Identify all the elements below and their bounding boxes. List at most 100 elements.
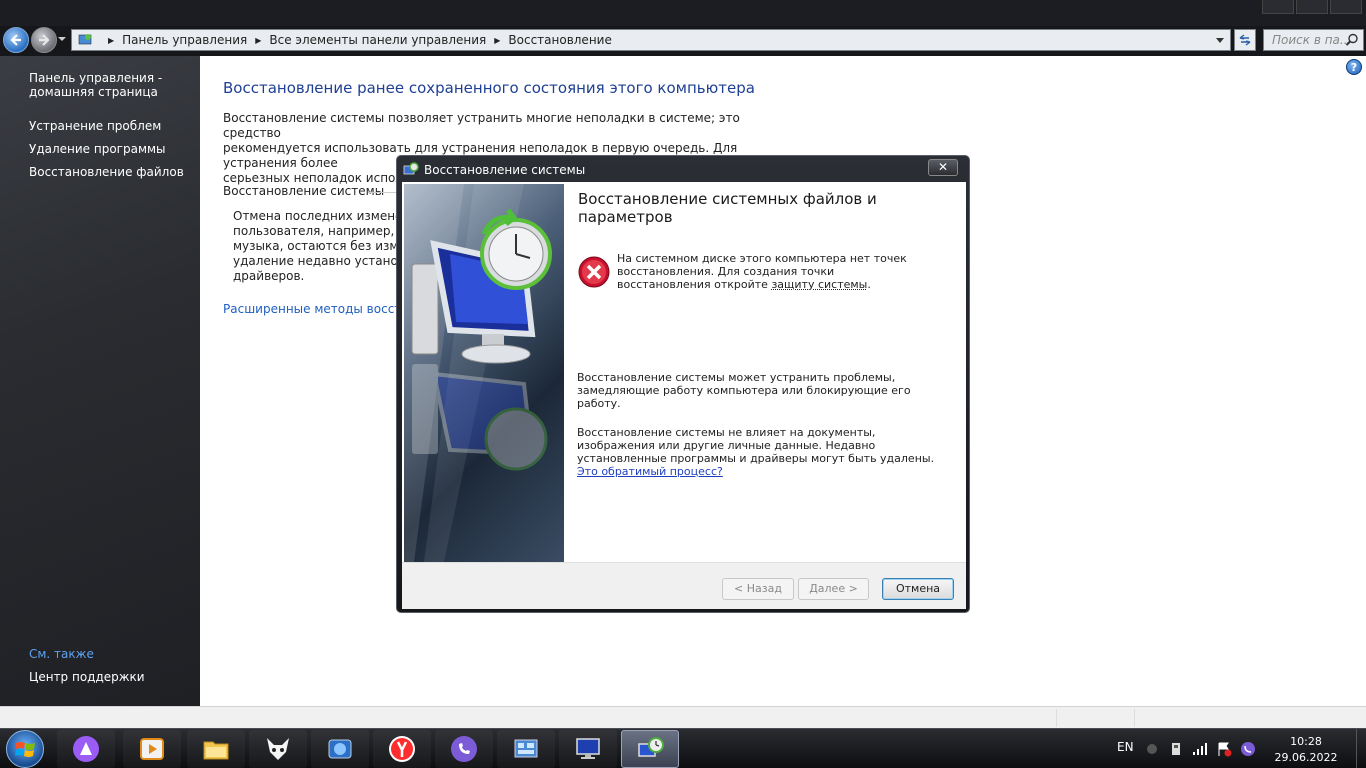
sidebar-home-link[interactable]: Панель управления - домашняя страница — [29, 71, 162, 99]
usb-device-icon[interactable] — [1168, 741, 1184, 757]
minimize-button[interactable] — [1262, 0, 1294, 14]
breadcrumb-all-items[interactable]: Все элементы панели управления — [269, 33, 486, 47]
wizard-banner — [404, 184, 564, 562]
windows-logo-icon — [15, 742, 35, 757]
search-placeholder: Поиск в па... — [1272, 33, 1352, 47]
cancel-button[interactable]: Отмена — [882, 578, 954, 600]
search-icon[interactable] — [1345, 33, 1359, 47]
clock-date: 29.06.2022 — [1274, 751, 1338, 764]
address-bar[interactable]: ▶ Панель управления ▶ Все элементы панел… — [71, 29, 1231, 51]
error-text-end: . — [867, 278, 871, 291]
system-tray — [1144, 741, 1256, 757]
search-input[interactable]: Поиск в па... — [1263, 29, 1364, 51]
left-sidebar: Панель управления - домашняя страница Ус… — [0, 56, 200, 706]
taskbar-alice[interactable] — [57, 730, 115, 768]
taskbar-yandex-browser[interactable] — [373, 730, 431, 768]
control-panel-icon — [514, 739, 538, 758]
info-paragraph-2: Восстановление системы не влияет на доку… — [577, 426, 937, 478]
section-description: Отмена последних изменений пользователя,… — [233, 209, 403, 284]
breadcrumb-control-panel[interactable]: Панель управления — [122, 33, 247, 47]
taskbar-foxy-app[interactable] — [249, 730, 307, 768]
system-restore-icon — [403, 162, 419, 175]
status-divider — [1134, 709, 1135, 727]
sidebar-item-support-center[interactable]: Центр поддержки — [29, 670, 145, 684]
action-center-flag-icon[interactable] — [1216, 741, 1232, 757]
recent-pages-dropdown[interactable] — [58, 37, 66, 41]
breadcrumb-separator-icon: ▶ — [108, 35, 115, 45]
error-message: На системном диске этого компьютера нет … — [617, 252, 917, 291]
next-wizard-button[interactable]: Далее > — [798, 578, 869, 600]
system-protection-link[interactable]: защиту системы — [771, 278, 867, 291]
photo-viewer-icon — [328, 739, 352, 759]
forward-button[interactable] — [31, 27, 57, 53]
clock-time: 10:28 — [1290, 735, 1322, 748]
computer-clock-illustration — [404, 184, 552, 562]
section-line: драйверов. — [233, 269, 305, 283]
taskbar-system-restore[interactable] — [621, 730, 679, 768]
status-divider — [1056, 709, 1057, 727]
info-text: Восстановление системы не влияет на доку… — [577, 426, 935, 465]
media-player-icon — [140, 738, 164, 760]
computer-icon — [576, 738, 600, 759]
network-signal-icon[interactable] — [1192, 741, 1208, 757]
section-line: удаление недавно установлен — [233, 254, 403, 268]
dialog-close-button[interactable]: ✕ — [928, 159, 958, 176]
breadcrumb-separator-icon: ▶ — [255, 35, 262, 45]
taskbar-explorer[interactable] — [187, 730, 245, 768]
back-wizard-button[interactable]: < Назад — [722, 578, 794, 600]
sidebar-item-restore-files[interactable]: Восстановление файлов — [29, 165, 184, 179]
navigation-bar: ▶ Панель управления ▶ Все элементы панел… — [0, 26, 1366, 56]
dialog-title: Восстановление системы — [424, 163, 586, 177]
clock[interactable]: 10:28 29.06.2022 — [1270, 734, 1342, 766]
taskbar-computer[interactable] — [559, 730, 617, 768]
arrow-right-icon — [39, 34, 50, 46]
taskbar-control-panel[interactable] — [497, 730, 555, 768]
intro-line: Восстановление системы позволяет устрани… — [223, 111, 740, 140]
refresh-button[interactable] — [1234, 29, 1256, 51]
sidebar-item-uninstall[interactable]: Удаление программы — [29, 142, 166, 156]
sidebar-item-troubleshooting[interactable]: Устранение проблем — [29, 119, 161, 133]
alice-icon — [73, 736, 99, 762]
info-paragraph-1: Восстановление системы может устранить п… — [577, 371, 911, 410]
reversible-process-link[interactable]: Это обратимый процесс? — [577, 465, 723, 478]
section-line: музыка, остаются без измене — [233, 239, 403, 253]
language-indicator[interactable]: EN — [1117, 740, 1134, 754]
taskbar-photo-app[interactable] — [311, 730, 369, 768]
breadcrumb-separator-icon: ▶ — [494, 35, 501, 45]
sidebar-home-line1: Панель управления - — [29, 71, 163, 85]
back-button[interactable] — [3, 27, 29, 53]
see-also-label: См. также — [29, 647, 94, 661]
page-title: Восстановление ранее сохраненного состоя… — [223, 79, 755, 97]
folder-icon — [203, 741, 229, 760]
window-controls — [1262, 0, 1362, 14]
taskbar-media-player[interactable] — [123, 730, 181, 768]
refresh-icon — [1239, 34, 1251, 46]
help-icon[interactable]: ? — [1346, 59, 1362, 75]
hidden-icons-icon[interactable] — [1144, 741, 1160, 757]
viber-tray-icon[interactable] — [1240, 741, 1256, 757]
address-dropdown-icon[interactable] — [1216, 38, 1224, 43]
window-titlebar — [0, 0, 1366, 26]
maximize-button[interactable] — [1296, 0, 1328, 14]
taskbar: EN 10:28 29.06.2022 — [0, 728, 1366, 768]
arrow-left-icon — [10, 34, 21, 46]
breadcrumb-recovery[interactable]: Восстановление — [508, 33, 611, 47]
status-bar — [0, 706, 1366, 728]
yandex-browser-icon — [389, 736, 415, 762]
close-window-button[interactable] — [1330, 0, 1362, 14]
dialog-body: Восстановление системных файлов и параме… — [402, 182, 966, 609]
show-desktop-button[interactable] — [1356, 729, 1366, 768]
dialog-heading: Восстановление системных файлов и параме… — [578, 190, 877, 226]
section-line: Отмена последних изменений — [233, 209, 403, 223]
fox-icon — [267, 738, 289, 760]
advanced-recovery-link[interactable]: Расширенные методы восстановления — [223, 302, 398, 316]
start-button[interactable] — [6, 730, 44, 768]
section-title: Восстановление системы — [223, 184, 385, 198]
dialog-footer: < Назад Далее > Отмена — [402, 562, 966, 609]
system-restore-dialog: Восстановление системы ✕ Восстановление … — [396, 155, 970, 613]
system-restore-icon — [638, 737, 664, 757]
taskbar-viber[interactable] — [435, 730, 493, 768]
sidebar-home-line2: домашняя страница — [29, 85, 158, 99]
section-line: пользователя, например, док — [233, 224, 403, 238]
error-icon — [578, 256, 610, 288]
